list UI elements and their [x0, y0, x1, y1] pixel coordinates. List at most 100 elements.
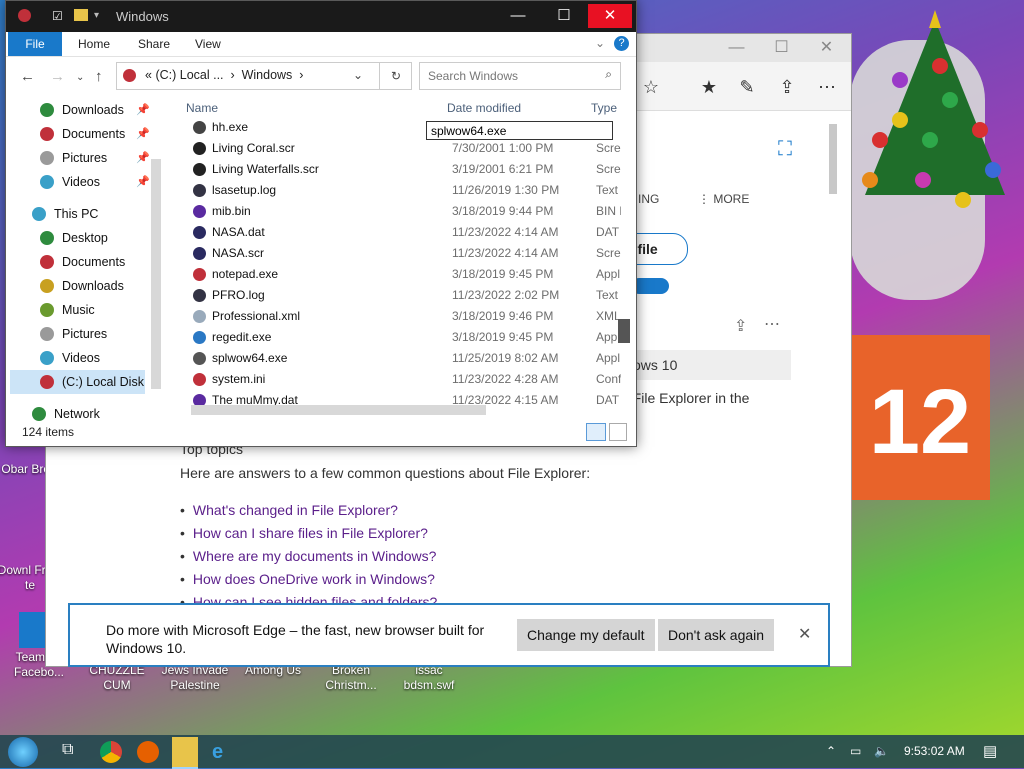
- maximize-button[interactable]: ☐: [542, 4, 586, 28]
- nav-tab-partial[interactable]: ING: [638, 192, 659, 206]
- clock-time[interactable]: 9:53:02 AM: [904, 744, 965, 758]
- nav-item[interactable]: This PC: [6, 202, 98, 226]
- file-row[interactable]: Professional.xml 3/18/2019 9:46 PM XML: [181, 306, 621, 327]
- vertical-scrollbar-thumb[interactable]: [618, 319, 630, 343]
- faq-link[interactable]: What's changed in File Explorer?: [193, 502, 398, 518]
- faq-link[interactable]: Where are my documents in Windows?: [193, 548, 437, 564]
- address-bar[interactable]: « (C:) Local ... › Windows › ⌄ ↻: [116, 62, 412, 90]
- share-icon[interactable]: ⇪: [734, 316, 747, 336]
- chevron-down-icon[interactable]: ▾: [94, 10, 99, 21]
- task-view-icon[interactable]: ⧉: [62, 741, 84, 763]
- column-name[interactable]: Name: [186, 101, 218, 115]
- pen-icon[interactable]: ✎: [732, 72, 762, 102]
- notification-icon[interactable]: ▤: [983, 742, 997, 760]
- nav-item[interactable]: Videos 📌: [6, 170, 150, 194]
- column-type[interactable]: Type: [591, 101, 617, 115]
- file-row[interactable]: The muMmy.dat 11/23/2022 4:15 AM DAT: [181, 390, 621, 406]
- tab-view[interactable]: View: [183, 32, 233, 56]
- file-explorer-icon[interactable]: [172, 737, 198, 769]
- chevron-down-icon[interactable]: ⌄: [353, 68, 363, 82]
- search-box[interactable]: Search Windows ⌕: [419, 62, 621, 90]
- nav-tab-more-label: MORE: [713, 192, 750, 206]
- file-row[interactable]: lsasetup.log 11/26/2019 1:30 PM Text: [181, 180, 621, 201]
- file-row[interactable]: system.ini 11/23/2022 4:28 AM Conf: [181, 369, 621, 390]
- more-icon[interactable]: ⋯: [812, 72, 842, 102]
- close-icon[interactable]: ✕: [788, 619, 821, 651]
- nav-item[interactable]: Desktop: [6, 226, 108, 250]
- back-icon[interactable]: ←: [20, 68, 35, 85]
- breadcrumb-windows[interactable]: Windows: [242, 68, 293, 82]
- dont-ask-again-button[interactable]: Don't ask again: [658, 619, 775, 651]
- nav-item[interactable]: Pictures: [6, 322, 107, 346]
- change-default-button[interactable]: Change my default: [517, 619, 655, 651]
- nav-item[interactable]: Documents 📌: [6, 122, 150, 146]
- file-icon: [193, 247, 206, 260]
- favorites-icon[interactable]: ★: [694, 72, 724, 102]
- file-row[interactable]: NASA.scr 11/23/2022 4:14 AM Scree: [181, 243, 621, 264]
- chrome-icon[interactable]: [100, 741, 122, 763]
- chevron-down-icon[interactable]: ⌄: [76, 72, 84, 83]
- breadcrumb-drive[interactable]: (C:) Local ...: [155, 68, 223, 82]
- file-date: 3/19/2001 6:21 PM: [452, 162, 554, 176]
- tab-home[interactable]: Home: [66, 32, 122, 56]
- star-icon[interactable]: ☆: [636, 72, 666, 102]
- minimize-button[interactable]: —: [714, 34, 759, 62]
- nav-item[interactable]: Music: [6, 298, 95, 322]
- scan-icon[interactable]: ⛶: [778, 138, 792, 161]
- folder-icon[interactable]: [74, 9, 88, 21]
- large-icons-view-icon[interactable]: [609, 423, 627, 441]
- file-row[interactable]: regedit.exe 3/18/2019 9:45 PM Appl: [181, 327, 621, 348]
- forward-icon[interactable]: →: [50, 68, 65, 85]
- details-view-icon[interactable]: [586, 423, 606, 441]
- column-date[interactable]: Date modified: [447, 101, 521, 115]
- help-icon[interactable]: ?: [614, 36, 629, 51]
- refresh-icon[interactable]: ↻: [379, 63, 412, 89]
- more-icon[interactable]: ⋯: [764, 314, 780, 334]
- nav-item[interactable]: Videos: [6, 346, 100, 370]
- nav-item[interactable]: Documents: [6, 250, 125, 274]
- file-row[interactable]: Living Coral.scr 7/30/2001 1:00 PM Scree: [181, 138, 621, 159]
- folder-icon: [40, 327, 54, 341]
- rename-field[interactable]: splwow64.exe: [426, 121, 613, 140]
- edge-icon[interactable]: e: [212, 741, 234, 763]
- desktop-icon[interactable]: CHUZZLE CUM: [78, 663, 156, 693]
- nav-item-label: Documents: [62, 127, 126, 141]
- network-icon[interactable]: ▭: [850, 744, 861, 758]
- file-row[interactable]: Living Waterfalls.scr 3/19/2001 6:21 PM Sc…: [181, 159, 621, 180]
- close-button[interactable]: ✕: [588, 4, 632, 28]
- scrollbar[interactable]: [829, 124, 837, 194]
- nav-scrollbar[interactable]: [151, 159, 161, 389]
- file-name: Living Waterfalls.scr: [212, 162, 319, 176]
- share-icon[interactable]: ⇪: [772, 72, 802, 102]
- file-row[interactable]: mib.bin 3/18/2019 9:44 PM BIN F: [181, 201, 621, 222]
- firefox-icon[interactable]: [137, 741, 159, 763]
- tab-share[interactable]: Share: [126, 32, 182, 56]
- faq-link[interactable]: How does OneDrive work in Windows?: [193, 571, 435, 587]
- horizontal-scrollbar-thumb[interactable]: [191, 405, 486, 415]
- nav-item-label: Pictures: [62, 327, 108, 341]
- desktop-icon[interactable]: Broken Christm...: [312, 663, 390, 693]
- file-icon: [193, 184, 206, 197]
- volume-icon[interactable]: 🔈: [874, 744, 889, 758]
- desktop-icon[interactable]: Jews Invade Palestine: [156, 663, 234, 693]
- nav-item[interactable]: Pictures 📌: [6, 146, 150, 170]
- faq-link[interactable]: How can I share files in File Explorer?: [193, 525, 428, 541]
- nav-item[interactable]: (C:) Local Disk: [10, 370, 145, 394]
- file-row[interactable]: PFRO.log 11/23/2022 2:02 PM Text: [181, 285, 621, 306]
- up-icon[interactable]: ↑: [95, 68, 103, 85]
- nav-tab-more[interactable]: ⋮ MORE: [698, 192, 749, 206]
- maximize-button[interactable]: ☐: [759, 34, 804, 62]
- nav-item[interactable]: Downloads 📌: [6, 98, 150, 122]
- properties-icon[interactable]: ☑: [52, 9, 63, 23]
- nav-item[interactable]: Downloads: [6, 274, 124, 298]
- file-row[interactable]: NASA.dat 11/23/2022 4:14 AM DAT: [181, 222, 621, 243]
- chevron-down-icon[interactable]: ⌄: [595, 36, 605, 50]
- close-button[interactable]: ✕: [804, 34, 849, 62]
- chevron-up-icon[interactable]: ⌃: [826, 744, 836, 758]
- file-row[interactable]: splwow64.exe 11/25/2019 8:02 AM Appl: [181, 348, 621, 369]
- tab-file[interactable]: File: [8, 32, 62, 56]
- desktop-icon[interactable]: issac bdsm.swf: [390, 663, 468, 693]
- start-button[interactable]: [8, 737, 38, 767]
- minimize-button[interactable]: —: [496, 4, 540, 28]
- file-row[interactable]: notepad.exe 3/18/2019 9:45 PM Appl: [181, 264, 621, 285]
